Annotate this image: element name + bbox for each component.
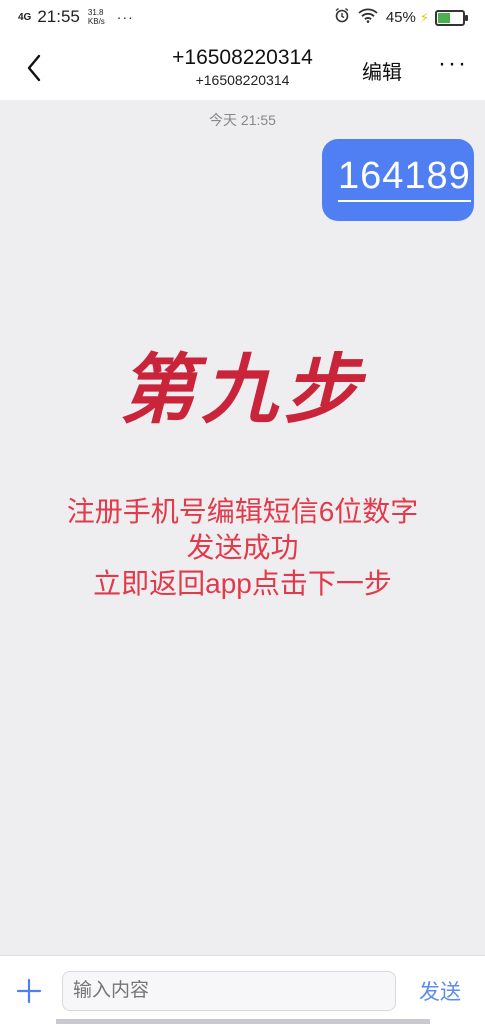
status-left: 4G 21:55 31.8 KB/s ··· — [18, 7, 134, 27]
speed-value: 31.8 — [87, 8, 104, 17]
message-timestamp: 今天 21:55 — [209, 112, 276, 128]
network-speed: 31.8 KB/s — [88, 8, 105, 26]
network-type: 4G — [18, 11, 32, 23]
message-text[interactable]: 164189 — [338, 155, 471, 202]
home-indicator — [56, 1019, 430, 1024]
alarm-icon — [334, 7, 350, 28]
wifi-icon — [358, 8, 378, 28]
nav-bar: +16508220314 +16508220314 编辑 ··· — [0, 36, 485, 100]
edit-button[interactable]: 编辑 — [362, 56, 402, 85]
add-attachment-button[interactable] — [14, 976, 44, 1006]
plus-icon — [16, 978, 42, 1004]
status-bar: 4G 21:55 31.8 KB/s ··· 45% ⚡ — [0, 0, 485, 36]
send-button[interactable]: 发送 — [419, 976, 461, 1006]
status-time: 21:55 — [37, 7, 80, 26]
speed-unit: KB/s — [87, 17, 105, 26]
status-right: 45% ⚡ — [326, 7, 468, 28]
instruction-line: 发送成功 — [186, 532, 299, 563]
contact-subtitle: +16508220314 — [195, 72, 290, 88]
contact-header: +16508220314 +16508220314 — [0, 46, 485, 88]
battery-icon — [435, 9, 468, 26]
instruction-line: 注册手机号编辑短信6位数字 — [66, 496, 419, 527]
message-input[interactable] — [62, 971, 396, 1011]
contact-title: +16508220314 — [172, 46, 313, 69]
battery-percent: 45% — [385, 9, 416, 26]
status-overflow-icon: ··· — [116, 9, 134, 25]
composer-bar: 发送 — [0, 955, 485, 1025]
charging-icon: ⚡ — [419, 9, 429, 25]
step-title: 第九步 — [119, 345, 366, 434]
more-button[interactable]: ··· — [438, 50, 468, 78]
signal-icon: 4G — [18, 11, 32, 23]
instruction-line: 立即返回app点击下一步 — [93, 568, 392, 599]
sent-message-bubble[interactable]: 164189 — [322, 139, 474, 221]
instruction-text: 注册手机号编辑短信6位数字 发送成功 立即返回app点击下一步 — [0, 494, 485, 602]
